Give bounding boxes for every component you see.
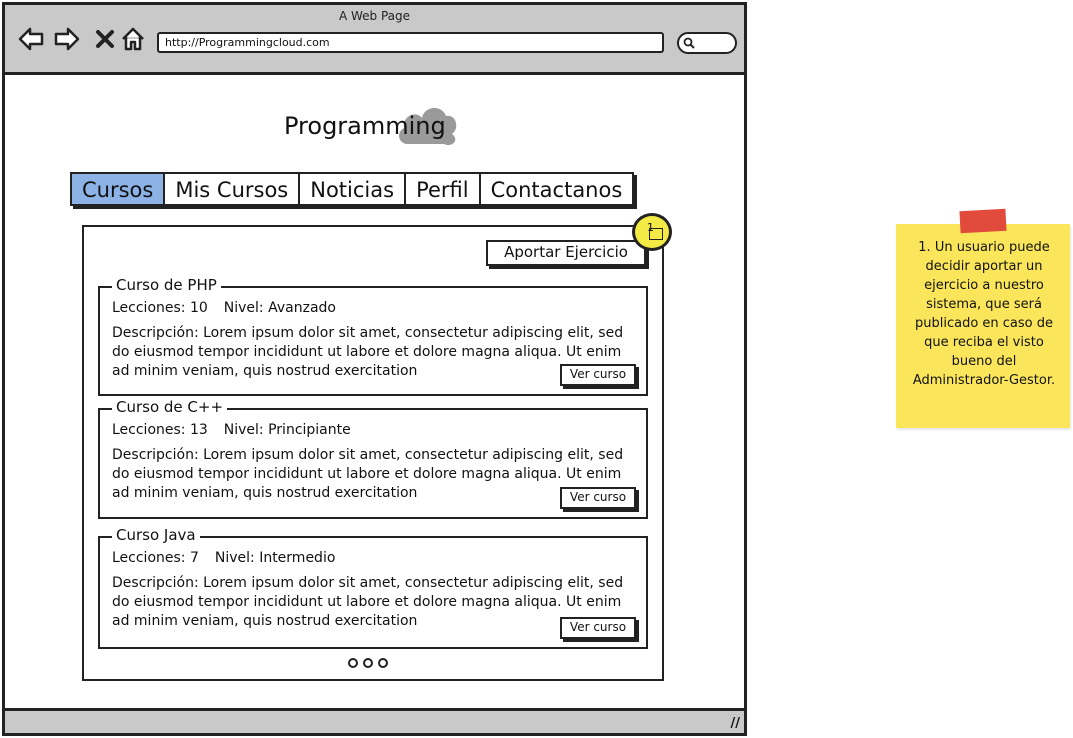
tape: [959, 208, 1007, 234]
tab-mis-cursos[interactable]: Mis Cursos: [165, 174, 301, 204]
course-level: Nivel: Principiante: [223, 422, 351, 438]
course-lessons: Lecciones: 7: [112, 550, 199, 566]
course-meta: Lecciones: 7 Nivel: Intermedio: [112, 550, 335, 566]
window-title: A Web Page: [338, 9, 411, 23]
annotation-marker: 1: [632, 213, 672, 251]
course-card-cpp: Curso de C++ Lecciones: 13 Nivel: Princip…: [98, 398, 648, 519]
status-bar: //: [5, 708, 744, 733]
tab-perfil[interactable]: Perfil: [406, 174, 481, 204]
sticky-note: 1. Un usuario puede decidir aportar un e…: [896, 208, 1070, 428]
course-meta: Lecciones: 13 Nivel: Principiante: [112, 422, 351, 438]
course-title: Curso de C++: [112, 398, 228, 416]
browser-search-input[interactable]: [677, 32, 737, 54]
tab-noticias[interactable]: Noticias: [300, 174, 407, 204]
ver-curso-button[interactable]: Ver curso: [560, 364, 636, 386]
course-lessons: Lecciones: 10: [112, 300, 208, 316]
site-title: Programming: [284, 112, 446, 140]
sticky-note-text: 1. Un usuario puede decidir aportar un e…: [912, 240, 1056, 388]
tab-contactanos[interactable]: Contactanos: [481, 174, 633, 204]
course-lessons: Lecciones: 13: [112, 422, 208, 438]
ver-curso-button[interactable]: Ver curso: [560, 487, 636, 509]
url-input[interactable]: http://Programmingcloud.com: [157, 32, 664, 53]
home-icon[interactable]: [119, 25, 147, 53]
course-description: Descripción: Lorem ipsum dolor sit amet,…: [112, 325, 624, 379]
main-nav-tabs: Cursos Mis Cursos Noticias Perfil Contac…: [70, 172, 635, 206]
course-description: Descripción: Lorem ipsum dolor sit amet,…: [112, 447, 624, 501]
ver-curso-button[interactable]: Ver curso: [560, 617, 636, 639]
close-x-icon[interactable]: [91, 25, 119, 53]
course-card-java: Curso Java Lecciones: 7 Nivel: Intermedio…: [98, 526, 648, 649]
pagination: [348, 658, 388, 668]
course-description: Descripción: Lorem ipsum dolor sit amet,…: [112, 575, 624, 629]
course-level: Nivel: Intermedio: [214, 550, 336, 566]
resize-grip-icon[interactable]: //: [731, 716, 741, 731]
browser-chrome: A Web Page http://Programmingcloud.com: [5, 5, 744, 75]
course-title: Curso de PHP: [112, 276, 221, 294]
course-meta: Lecciones: 10 Nivel: Avanzado: [112, 300, 336, 316]
course-card-php: Curso de PHP Lecciones: 10 Nivel: Avanzad…: [98, 276, 648, 396]
back-arrow-icon[interactable]: [17, 25, 45, 53]
site-logo: Programming: [284, 107, 484, 152]
page-dot[interactable]: [363, 658, 373, 668]
tab-cursos[interactable]: Cursos: [72, 174, 166, 204]
course-title: Curso Java: [112, 526, 200, 544]
search-icon: [683, 37, 695, 49]
course-level: Nivel: Avanzado: [223, 300, 336, 316]
forward-arrow-icon[interactable]: [53, 25, 81, 53]
page-dot[interactable]: [378, 658, 388, 668]
aportar-ejercicio-button[interactable]: Aportar Ejercicio: [486, 240, 646, 266]
page-dot[interactable]: [348, 658, 358, 668]
